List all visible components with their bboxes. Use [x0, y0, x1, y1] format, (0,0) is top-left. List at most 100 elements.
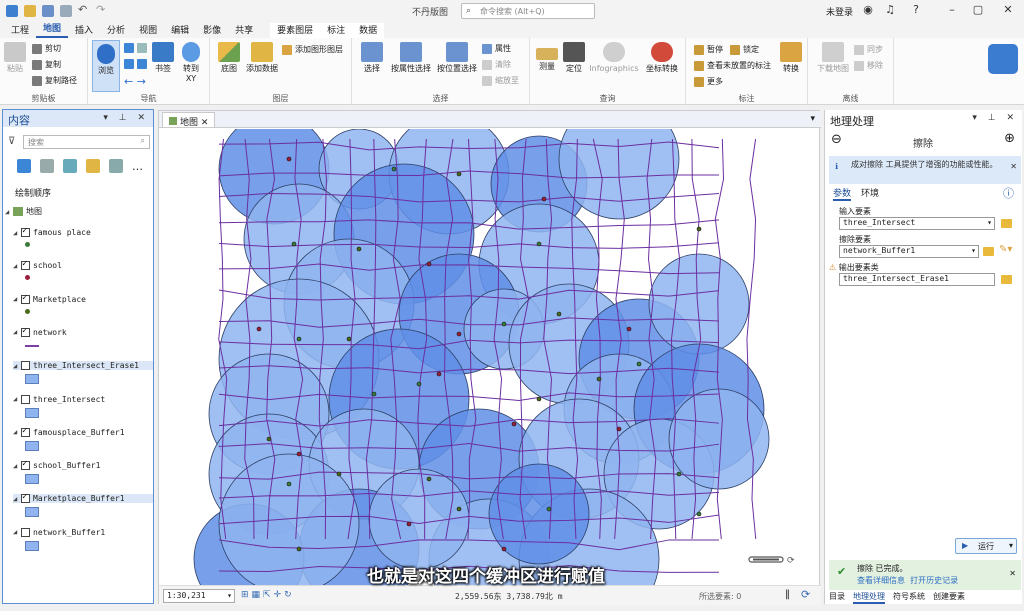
pane-options-icons[interactable]: ▾ ⊥ ✕: [972, 113, 1018, 123]
output-features-field[interactable]: three_Intersect_Erase1: [839, 273, 995, 286]
layer-row[interactable]: ◢ network: [13, 326, 67, 337]
list-by-editing-icon[interactable]: [86, 159, 100, 173]
user-icon[interactable]: ◉: [858, 3, 878, 19]
back-icon[interactable]: ⊖: [831, 132, 842, 147]
minimize-button[interactable]: –: [942, 3, 962, 19]
map-canvas[interactable]: ⟳: [159, 129, 819, 585]
collapse-icon[interactable]: ◢: [13, 295, 21, 303]
layer-symbol[interactable]: [25, 507, 39, 518]
collapse-icon[interactable]: ◢: [13, 328, 21, 336]
dismiss-icon[interactable]: ✕: [1010, 162, 1017, 172]
layer-symbol[interactable]: [25, 374, 39, 385]
prev-next-arrows[interactable]: ← →: [124, 75, 146, 88]
new-icon[interactable]: [60, 5, 72, 17]
collapse-icon[interactable]: ◢: [13, 495, 21, 503]
tab-project[interactable]: 工程: [4, 23, 36, 38]
copy-button[interactable]: 复制: [32, 59, 61, 70]
layer-row[interactable]: ◢ school_Buffer1: [13, 459, 100, 471]
tab-insert[interactable]: 插入: [68, 23, 100, 38]
add-graphics-layer-button[interactable]: 添加图形图层: [282, 44, 343, 55]
select-button[interactable]: 选择: [358, 42, 386, 74]
pencil-icon[interactable]: ✎▾: [999, 244, 1012, 255]
cut-button[interactable]: 剪切: [32, 43, 61, 54]
bookmarks-button[interactable]: 书签: [151, 42, 175, 74]
refresh-icon[interactable]: ⟳: [801, 588, 810, 601]
collapse-icon[interactable]: ◢: [13, 395, 21, 403]
close-button[interactable]: ✕: [998, 3, 1018, 19]
browse-input-icon[interactable]: [1001, 219, 1012, 228]
help-icon[interactable]: ⓘ: [1003, 185, 1014, 201]
dismiss-completion-icon[interactable]: ✕: [1009, 568, 1016, 580]
list-by-selection-icon[interactable]: [63, 159, 77, 173]
map-navigator-control[interactable]: ⟳: [748, 556, 795, 566]
list-by-drawing-order-icon[interactable]: [17, 159, 31, 173]
visibility-checkbox[interactable]: [21, 326, 30, 337]
visibility-checkbox[interactable]: [21, 259, 30, 271]
select-by-location-button[interactable]: 按位置选择: [434, 42, 480, 74]
more-button[interactable]: 更多: [694, 76, 723, 87]
layer-symbol[interactable]: [25, 275, 30, 281]
open-icon[interactable]: [24, 5, 36, 17]
visibility-checkbox[interactable]: [21, 361, 30, 371]
visibility-checkbox[interactable]: [21, 293, 30, 304]
tab-share[interactable]: 共享: [228, 23, 260, 38]
paste-button[interactable]: 粘贴: [3, 42, 27, 74]
basemap-button[interactable]: 底图: [215, 42, 243, 74]
goto-xy-button[interactable]: 转到 XY: [178, 42, 204, 84]
infographics-button[interactable]: Infographics: [586, 42, 642, 74]
tab-environments[interactable]: 环境: [861, 186, 879, 201]
open-history-link[interactable]: 打开历史记录: [910, 576, 958, 585]
command-search-input[interactable]: ⌕ 命令搜索 (Alt+Q): [461, 3, 595, 19]
undo-icon[interactable]: ↶: [78, 4, 90, 17]
pane-options-icons[interactable]: ▾ ⊥ ✕: [103, 113, 149, 123]
layer-row[interactable]: ◢ Marketplace_Buffer1: [13, 492, 153, 504]
collapse-icon[interactable]: ◢: [13, 262, 21, 270]
collapse-icon[interactable]: ◢: [5, 208, 13, 216]
bell-icon[interactable]: ♫: [880, 3, 900, 19]
zoom-nav-arrows[interactable]: [124, 59, 150, 69]
layer-symbol[interactable]: [25, 407, 39, 418]
layer-row[interactable]: ◢ network_Buffer1: [13, 527, 105, 537]
maximize-button[interactable]: ▢: [968, 3, 988, 19]
run-button[interactable]: ▶ 运行 ▾: [955, 538, 1017, 554]
tab-symbology[interactable]: 符号系统: [893, 591, 925, 604]
help-icon[interactable]: ?: [906, 3, 926, 19]
visibility-checkbox[interactable]: [21, 527, 30, 537]
zoom-full-icon[interactable]: [124, 43, 150, 53]
erase-features-field[interactable]: network_Buffer1 ▾: [839, 245, 979, 258]
filter-icon[interactable]: ⊽: [8, 136, 15, 147]
layer-symbol[interactable]: [25, 344, 39, 347]
save-icon[interactable]: [42, 5, 54, 17]
layer-row[interactable]: ◢ Marketplace: [13, 293, 86, 304]
add-icon[interactable]: ⊕: [1004, 131, 1015, 146]
redo-icon[interactable]: ↷: [96, 4, 108, 17]
add-data-button[interactable]: 添加数据: [244, 42, 280, 74]
layer-symbol[interactable]: [25, 440, 39, 451]
tab-view[interactable]: 视图: [132, 23, 164, 38]
list-by-source-icon[interactable]: [40, 159, 54, 173]
layer-row[interactable]: ◢ three_Intersect_Erase1: [13, 361, 153, 371]
tab-create-features[interactable]: 创建要素: [933, 591, 965, 604]
tab-data[interactable]: 数据: [352, 23, 385, 38]
tab-dropdown-icon[interactable]: ▾: [810, 114, 815, 124]
scale-input[interactable]: 1:30,231 ▾: [163, 589, 235, 603]
view-unplaced-button[interactable]: 查看未放置的标注: [694, 60, 771, 71]
visibility-checkbox[interactable]: [21, 394, 30, 404]
map-tab[interactable]: 地图 ✕: [162, 112, 216, 128]
tab-geoprocessing[interactable]: 地理处理: [853, 591, 885, 604]
clear-button[interactable]: 清除: [482, 59, 511, 70]
tab-map[interactable]: 地图: [36, 21, 69, 38]
tab-analysis[interactable]: 分析: [100, 23, 132, 38]
tab-edit[interactable]: 编辑: [164, 23, 196, 38]
visibility-checkbox[interactable]: [21, 492, 30, 504]
browse-erase-icon[interactable]: [983, 247, 994, 256]
copy-path-button[interactable]: 复制路径: [32, 75, 77, 86]
layer-symbol[interactable]: [25, 242, 30, 247]
sync-button[interactable]: 同步: [854, 44, 883, 55]
collapse-icon[interactable]: ◢: [13, 428, 21, 436]
more-options-icon[interactable]: …: [132, 160, 143, 173]
status-tool-icons[interactable]: ⊞▦⇱✛↻: [241, 590, 295, 600]
tab-labeling[interactable]: 标注: [320, 23, 353, 38]
tab-imagery[interactable]: 影像: [196, 23, 228, 38]
download-map-button[interactable]: 下载地图: [816, 42, 850, 74]
